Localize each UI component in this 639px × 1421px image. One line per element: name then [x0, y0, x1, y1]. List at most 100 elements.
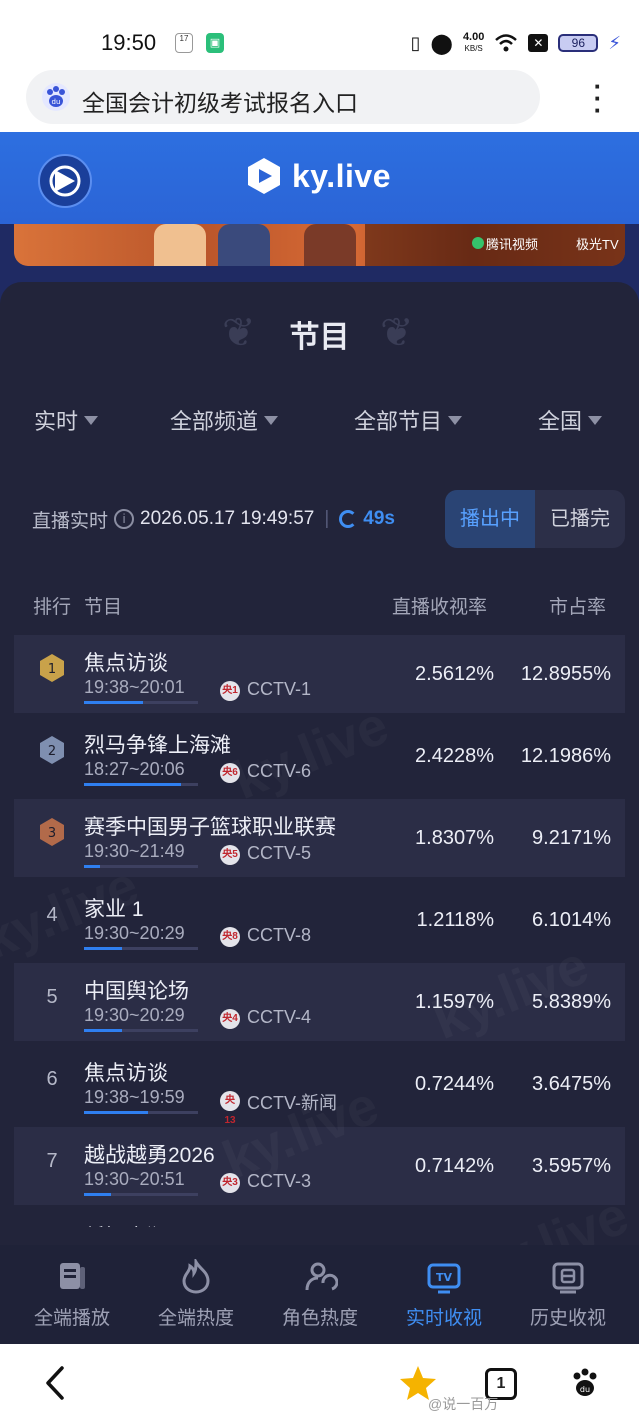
progress-track [84, 947, 198, 950]
table-header: 排行 节目 直播收视率 市占率 [0, 592, 639, 622]
rank-number: 4 [46, 904, 58, 926]
banner-partner-1: 腾讯视频 [486, 237, 539, 252]
filter-programs[interactable]: 全部节目 [354, 404, 463, 436]
svg-text:du: du [52, 98, 61, 106]
table-row[interactable]: 7 越战越勇2026 19:30~20:51 央3 CCTV-3 0.7142% 3.595… [14, 1127, 625, 1205]
live-label: 直播实时 [32, 510, 109, 532]
live-rating: 0.7244% [415, 1073, 494, 1095]
progress-fill [84, 1029, 122, 1032]
baidu-home-icon[interactable]: du [568, 1366, 602, 1400]
progress-track [84, 1029, 198, 1032]
market-share: 6.1014% [532, 909, 611, 931]
rank-number: 6 [46, 1068, 58, 1090]
progress-fill [84, 701, 144, 704]
net-speed-value: 4.00 [462, 31, 485, 43]
refresh-countdown[interactable]: 49s [339, 508, 395, 530]
filter-region[interactable]: 全国 [538, 404, 603, 436]
tab-label: 全端热度 [157, 1308, 234, 1329]
refresh-icon [339, 510, 358, 528]
tab-all-playback[interactable]: 全端播放 [17, 1259, 127, 1329]
status-bar: 19:50 17 ▣ ▯ ⬤ 4.00 KB/S ✕ 96 ⚡ [0, 0, 639, 70]
program-time: 19:30~20:29 [84, 923, 185, 943]
ky-logo-icon [248, 158, 280, 194]
table-row[interactable]: 2 烈马争锋上海滩 18:27~20:06 央6 CCTV-6 2.4228% 12.198… [14, 717, 625, 795]
header-share[interactable]: 市占率 [549, 592, 606, 619]
broadcast-status-toggle: 播出中 已播完 [445, 490, 625, 548]
table-row[interactable]: 4 家业 1 19:30~20:29 央8 CCTV-8 1.2118% 6.1014% [14, 881, 625, 959]
promo-banner[interactable]: 腾讯视频 极光TV [14, 224, 625, 266]
program-time: 19:30~20:51 [84, 1169, 185, 1189]
tab-label: 历史收视 [529, 1308, 606, 1329]
channel-name: CCTV-1 [247, 679, 312, 699]
tab-history-ratings[interactable]: 历史收视 [513, 1259, 623, 1329]
table-row[interactable]: 1 焦点访谈 19:38~20:01 央1 CCTV-1 2.5612% 12.8955% [14, 635, 625, 713]
channel-logo-icon: 央6 [220, 763, 240, 783]
status-time: 19:50 [101, 30, 157, 55]
app-notification-icon: ▣ [206, 33, 224, 53]
channel-logo-icon: 央5 [220, 845, 240, 865]
source-watermark-text: @说一百万 [428, 1396, 499, 1412]
tab-realtime-ratings[interactable]: TV 实时收视 [389, 1259, 499, 1329]
channel-logo-icon: 央4 [220, 1009, 240, 1029]
program-name: 越战越勇2026 [84, 1144, 215, 1167]
tab-on-air[interactable]: 播出中 [445, 490, 535, 548]
header-rating[interactable]: 直播收视率 [392, 592, 487, 619]
document-icon [60, 1263, 85, 1289]
live-rating: 1.8307% [415, 827, 494, 849]
live-status-row: 直播实时 i 2026.05.17 19:49:57 | 49s [32, 504, 395, 534]
vibrate-icon: ▯ [410, 32, 421, 53]
caret-down-icon [264, 415, 279, 425]
ratings-table: 1 焦点访谈 19:38~20:01 央1 CCTV-1 2.5612% 12.8955% 2… [14, 635, 625, 1227]
live-rating: 2.4228% [415, 745, 494, 767]
tab-label: 角色热度 [281, 1308, 358, 1329]
progress-fill [84, 1111, 148, 1114]
info-icon[interactable]: i [114, 509, 135, 529]
no-sim-icon: ✕ [528, 34, 549, 52]
rank-number: 1 [48, 662, 56, 677]
channel-name: CCTV-新闻 [247, 1093, 337, 1113]
filter-realtime[interactable]: 实时 [34, 404, 99, 436]
program-name: 烈马争锋上海滩 [84, 734, 231, 757]
rank-medal-icon: 2 [38, 735, 66, 765]
header-program: 节目 [84, 597, 123, 618]
back-icon[interactable] [40, 1364, 70, 1402]
baidu-paw-icon: du [42, 83, 70, 111]
tab-aired[interactable]: 已播完 [535, 490, 625, 548]
progress-track [84, 1111, 198, 1114]
wifi-icon [495, 34, 518, 52]
tab-role-heat[interactable]: 角色热度 [265, 1259, 375, 1329]
rank-number: 7 [46, 1150, 58, 1172]
progress-track [84, 1193, 198, 1196]
banner-partner-2: 极光TV [576, 237, 619, 252]
flame-icon [182, 1259, 210, 1294]
channel-logo-icon: 央3 [220, 1173, 240, 1193]
table-row[interactable]: 6 焦点访谈 19:38~19:59 央13 CCTV-新闻 0.7244% 3.6475% [14, 1045, 625, 1126]
rank-number: 3 [48, 826, 56, 841]
progress-fill [84, 783, 181, 786]
divider: | [324, 508, 330, 529]
app-logo-button[interactable] [38, 154, 92, 208]
panel-title: 节目 [289, 321, 350, 354]
tencent-video-icon [472, 237, 484, 249]
program-name: 中国舆论场 [84, 980, 189, 1003]
table-row[interactable]: 3 赛季中国男子篮球职业联赛 19:30~21:49 央5 CCTV-5 1.8307% 9… [14, 799, 625, 877]
program-name: 低智商犯罪 19 [84, 1221, 218, 1227]
header-rank: 排行 [33, 597, 72, 618]
filter-channels[interactable]: 全部频道 [170, 404, 279, 436]
search-address-bar[interactable]: du 全国会计初级考试报名入口 [26, 70, 540, 124]
rank-number: 5 [46, 986, 58, 1008]
tab-all-heat[interactable]: 全端热度 [141, 1259, 251, 1329]
more-menu-icon[interactable]: · · · [588, 73, 608, 123]
history-icon [552, 1262, 584, 1294]
live-rating: 0.7142% [415, 1155, 494, 1177]
filter-region-label: 全国 [538, 409, 583, 434]
rank-medal-icon: 1 [38, 653, 66, 683]
ky-live-app: ky.live 腾讯视频 极光TV ❦ ❦ 节目 实时 全部频道 全部节目 全国 [0, 132, 639, 1344]
table-row[interactable]: 5 中国舆论场 19:30~20:29 央4 CCTV-4 1.1597% 5.8389% [14, 963, 625, 1041]
system-nav-bar: 1 du @说一百万 [0, 1344, 639, 1421]
table-row[interactable]: 8低智商犯罪 19 [14, 1209, 625, 1227]
filter-channels-label: 全部频道 [170, 409, 259, 434]
program-time: 19:30~21:49 [84, 841, 185, 861]
channel-logo-icon: 央13 [220, 1091, 240, 1126]
filter-realtime-label: 实时 [34, 409, 79, 434]
